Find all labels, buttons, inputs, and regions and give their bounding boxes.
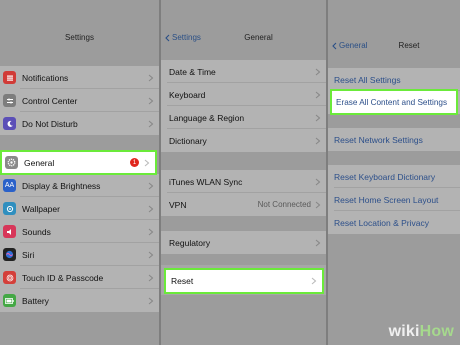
settings-item-label: Do Not Disturb <box>22 118 78 129</box>
general-item-label: Regulatory <box>169 237 211 248</box>
reset-option-label: Erase All Content and Settings <box>336 97 448 107</box>
chevron-right-icon <box>315 114 321 121</box>
settings-group-1: Notifications Control Center Do Not Dist… <box>0 66 159 135</box>
reset-network-settings-button[interactable]: Reset Network Settings <box>328 128 460 151</box>
settings-item-general[interactable]: General 1 <box>0 150 157 175</box>
battery-icon <box>3 294 16 307</box>
reset-option-label: Reset Home Screen Layout <box>334 194 439 205</box>
chevron-right-icon <box>315 137 321 144</box>
general-title: General <box>244 33 273 42</box>
general-item-dictionary[interactable]: Dictionary <box>161 129 326 152</box>
settings-nav-bar: Settings <box>0 28 159 48</box>
chevron-left-icon <box>332 42 337 49</box>
chevron-right-icon <box>315 178 321 185</box>
general-item-reset[interactable]: Reset <box>164 268 324 294</box>
settings-panel: Settings Notifications Control Center Do… <box>0 0 159 345</box>
settings-item-label: Display & Brightness <box>22 180 101 191</box>
general-item-date-time[interactable]: Date & Time <box>161 60 326 83</box>
general-item-label: VPN <box>169 199 187 210</box>
settings-item-touch-id[interactable]: Touch ID & Passcode <box>0 266 159 289</box>
settings-group-2: AA Display & Brightness Wallpaper Sounds <box>0 174 159 312</box>
settings-item-siri[interactable]: Siri <box>0 243 159 266</box>
wallpaper-icon <box>3 202 16 215</box>
siri-icon <box>3 248 16 261</box>
general-item-label: iTunes WLAN Sync <box>169 176 243 187</box>
reset-group-2: Reset Network Settings <box>328 128 460 151</box>
reset-location-privacy-button[interactable]: Reset Location & Privacy <box>328 211 460 234</box>
general-item-label: Dictionary <box>169 135 207 146</box>
settings-item-wallpaper[interactable]: Wallpaper <box>0 197 159 220</box>
sounds-icon <box>3 225 16 238</box>
settings-item-control-center[interactable]: Control Center <box>0 89 159 112</box>
settings-item-label: Battery <box>22 295 49 306</box>
reset-title: Reset <box>398 41 420 50</box>
settings-title: Settings <box>65 33 94 42</box>
general-item-language-region[interactable]: Language & Region <box>161 106 326 129</box>
general-item-itunes-sync[interactable]: iTunes WLAN Sync <box>161 170 326 193</box>
settings-item-do-not-disturb[interactable]: Do Not Disturb <box>0 112 159 135</box>
general-item-label: Reset <box>171 276 194 286</box>
chevron-left-icon <box>165 34 170 41</box>
settings-item-label: Control Center <box>22 95 78 106</box>
erase-all-content-button[interactable]: Erase All Content and Settings <box>330 89 458 115</box>
gear-icon <box>5 156 18 169</box>
chevron-right-icon <box>311 277 317 285</box>
reset-home-screen-layout-button[interactable]: Reset Home Screen Layout <box>328 188 460 211</box>
moon-icon <box>3 117 16 130</box>
reset-keyboard-dictionary-button[interactable]: Reset Keyboard Dictionary <box>328 165 460 188</box>
chevron-right-icon <box>148 205 154 212</box>
chevron-right-icon <box>315 68 321 75</box>
notifications-icon <box>3 71 16 84</box>
reset-all-settings-button[interactable]: Reset All Settings <box>328 68 460 91</box>
chevron-right-icon <box>148 182 154 189</box>
notification-badge: 1 <box>130 158 139 167</box>
reset-option-label: Reset Network Settings <box>334 134 423 145</box>
general-item-label: Language & Region <box>169 112 245 123</box>
settings-item-label: General <box>24 157 55 168</box>
general-item-keyboard[interactable]: Keyboard <box>161 83 326 106</box>
chevron-right-icon <box>315 239 321 246</box>
chevron-right-icon <box>148 251 154 258</box>
settings-item-sounds[interactable]: Sounds <box>0 220 159 243</box>
settings-item-label: Sounds <box>22 226 51 237</box>
vpn-status: Not Connected <box>257 200 311 209</box>
general-item-label: Date & Time <box>169 66 216 77</box>
reset-option-label: Reset Keyboard Dictionary <box>334 171 436 182</box>
chevron-right-icon <box>148 120 154 127</box>
display-icon: AA <box>3 179 16 192</box>
reset-option-label: Reset All Settings <box>334 74 401 85</box>
general-nav-bar: Settings General <box>161 28 326 48</box>
watermark-how: How <box>419 323 454 340</box>
settings-item-label: Siri <box>22 249 35 260</box>
general-item-regulatory[interactable]: Regulatory <box>161 231 326 254</box>
watermark-wiki: wiki <box>388 323 420 340</box>
fingerprint-icon <box>3 271 16 284</box>
settings-item-display-brightness[interactable]: AA Display & Brightness <box>0 174 159 197</box>
chevron-right-icon <box>144 159 150 166</box>
chevron-right-icon <box>148 274 154 281</box>
general-group-2: iTunes WLAN Sync VPN Not Connected <box>161 170 326 216</box>
general-panel: Settings General Date & Time Keyboard La… <box>161 0 326 345</box>
settings-item-battery[interactable]: Battery <box>0 289 159 312</box>
control-center-icon <box>3 94 16 107</box>
general-item-vpn[interactable]: VPN Not Connected <box>161 193 326 216</box>
reset-option-label: Reset Location & Privacy <box>334 217 429 228</box>
chevron-right-icon <box>315 91 321 98</box>
reset-group-3: Reset Keyboard Dictionary Reset Home Scr… <box>328 165 460 234</box>
chevron-right-icon <box>148 228 154 235</box>
general-group-1: Date & Time Keyboard Language & Region D… <box>161 60 326 152</box>
reset-panel: General Reset Reset All Settings Reset N… <box>328 0 460 345</box>
chevron-right-icon <box>315 201 321 208</box>
wikihow-watermark: wikiHow <box>389 323 454 341</box>
settings-item-label: Notifications <box>22 72 69 83</box>
settings-item-label: Touch ID & Passcode <box>22 272 104 283</box>
chevron-right-icon <box>148 297 154 304</box>
settings-item-notifications[interactable]: Notifications <box>0 66 159 89</box>
chevron-right-icon <box>148 97 154 104</box>
settings-item-label: Wallpaper <box>22 203 60 214</box>
general-group-3: Regulatory <box>161 231 326 254</box>
reset-nav-bar: General Reset <box>328 36 460 56</box>
chevron-right-icon <box>148 74 154 81</box>
general-item-label: Keyboard <box>169 89 206 100</box>
